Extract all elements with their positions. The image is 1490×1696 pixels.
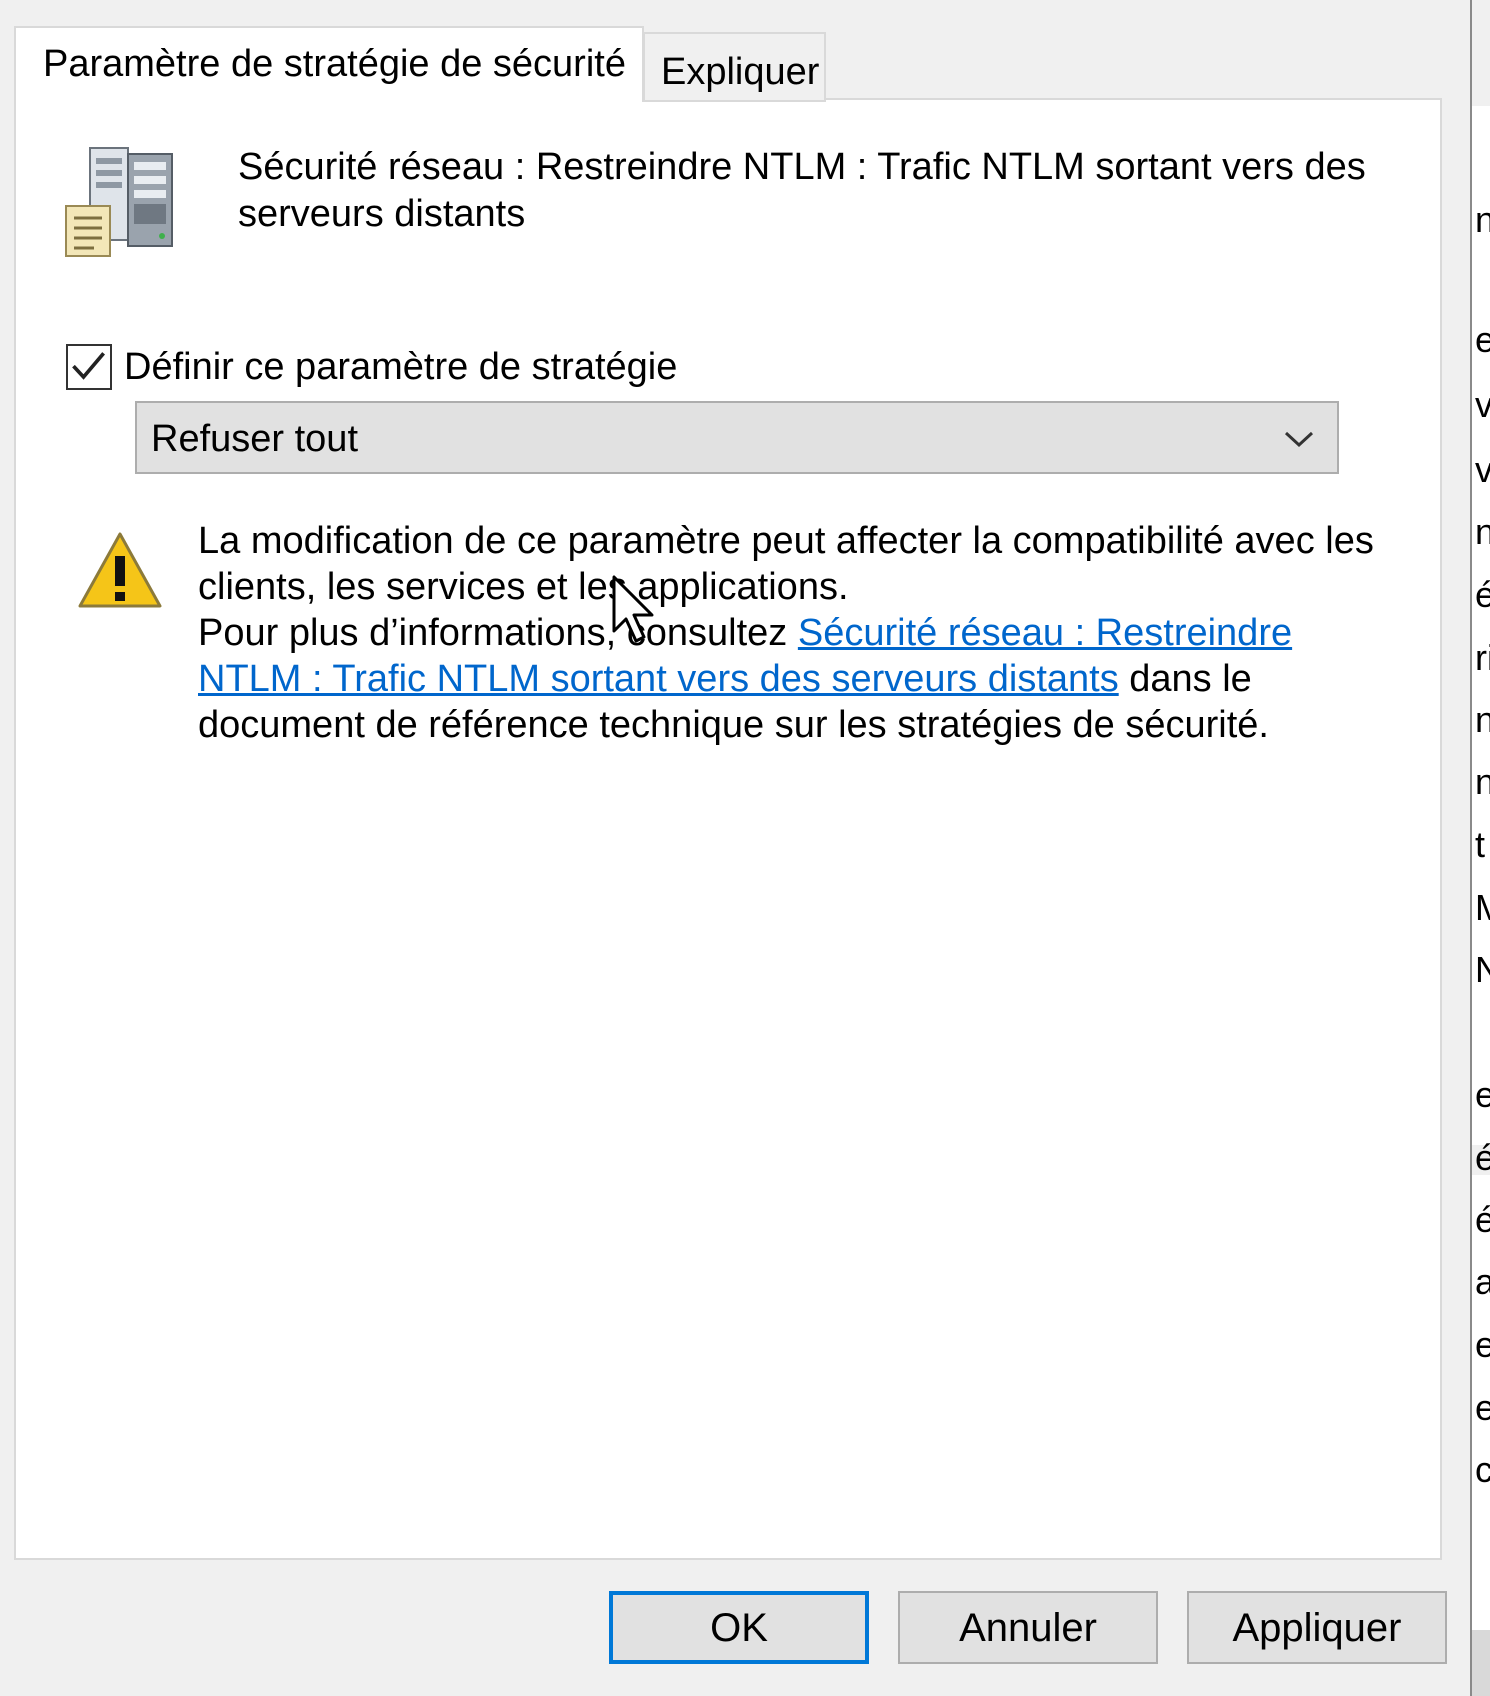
chevron-down-icon — [1284, 431, 1314, 448]
mouse-cursor-icon — [612, 575, 654, 643]
background-window-text-fragment: N — [1475, 950, 1490, 990]
background-window-text-fragment: n — [1475, 200, 1490, 240]
background-window-text-fragment: n — [1475, 512, 1490, 552]
background-window-text-fragment: é — [1475, 575, 1490, 615]
background-window-text-fragment: a — [1475, 1262, 1490, 1302]
warning-compatibility-text: La modification de ce paramètre peut aff… — [198, 520, 1374, 608]
warning-more-info: Pour plus d’informations, consultez Sécu… — [198, 610, 1398, 748]
server-policy-icon — [65, 147, 173, 257]
background-window-text-fragment: t — [1475, 824, 1486, 865]
apply-button[interactable]: Appliquer — [1187, 1591, 1447, 1664]
background-window-text-fragment: e — [1475, 320, 1490, 360]
cancel-button-label: Annuler — [959, 1605, 1097, 1650]
background-window-text-fragment: e — [1475, 1075, 1490, 1115]
background-window-text-fragment: n — [1475, 700, 1490, 740]
policy-value-selected: Refuser tout — [151, 418, 358, 460]
background-window: nevvnérinntMNeééaeec — [1470, 0, 1490, 1696]
background-window-text-fragment: v — [1475, 385, 1490, 425]
cancel-button[interactable]: Annuler — [898, 1591, 1158, 1664]
ok-button[interactable]: OK — [609, 1591, 869, 1664]
warning-more-info-prefix: Pour plus d’informations, consultez — [198, 612, 798, 654]
tab-security-policy-setting-label: Paramètre de stratégie de sécurité — [43, 43, 626, 85]
background-window-header — [1472, 0, 1490, 106]
policy-title: Sécurité réseau : Restreindre NTLM : Tra… — [238, 146, 1366, 235]
tab-explain[interactable]: Expliquer — [643, 32, 826, 102]
tab-content-panel — [14, 98, 1442, 1560]
background-window-text-fragment: v — [1475, 450, 1490, 490]
background-window-text-fragment: n — [1475, 762, 1490, 802]
background-window-text-fragment: c — [1475, 1450, 1490, 1490]
ok-button-label: OK — [710, 1605, 768, 1650]
background-window-text-fragment: M — [1475, 888, 1490, 928]
background-window-text-fragment: é — [1475, 1200, 1490, 1240]
warning-message: La modification de ce paramètre peut aff… — [198, 518, 1398, 748]
background-window-footer — [1472, 1630, 1490, 1696]
checkmark-icon — [72, 352, 106, 380]
background-window-text-fragment: ri — [1475, 637, 1490, 678]
tab-explain-label: Expliquer — [661, 51, 820, 93]
policy-value-dropdown[interactable]: Refuser tout — [135, 401, 1339, 474]
warning-icon — [78, 532, 162, 608]
apply-button-label: Appliquer — [1232, 1605, 1402, 1650]
background-window-text-fragment: e — [1475, 1325, 1490, 1365]
background-window-text-fragment: é — [1475, 1138, 1490, 1178]
background-window-text-fragment: e — [1475, 1388, 1490, 1428]
define-policy-checkbox[interactable] — [66, 344, 112, 390]
define-policy-label[interactable]: Définir ce paramètre de stratégie — [124, 345, 677, 389]
tab-security-policy-setting[interactable]: Paramètre de stratégie de sécurité — [14, 26, 644, 102]
